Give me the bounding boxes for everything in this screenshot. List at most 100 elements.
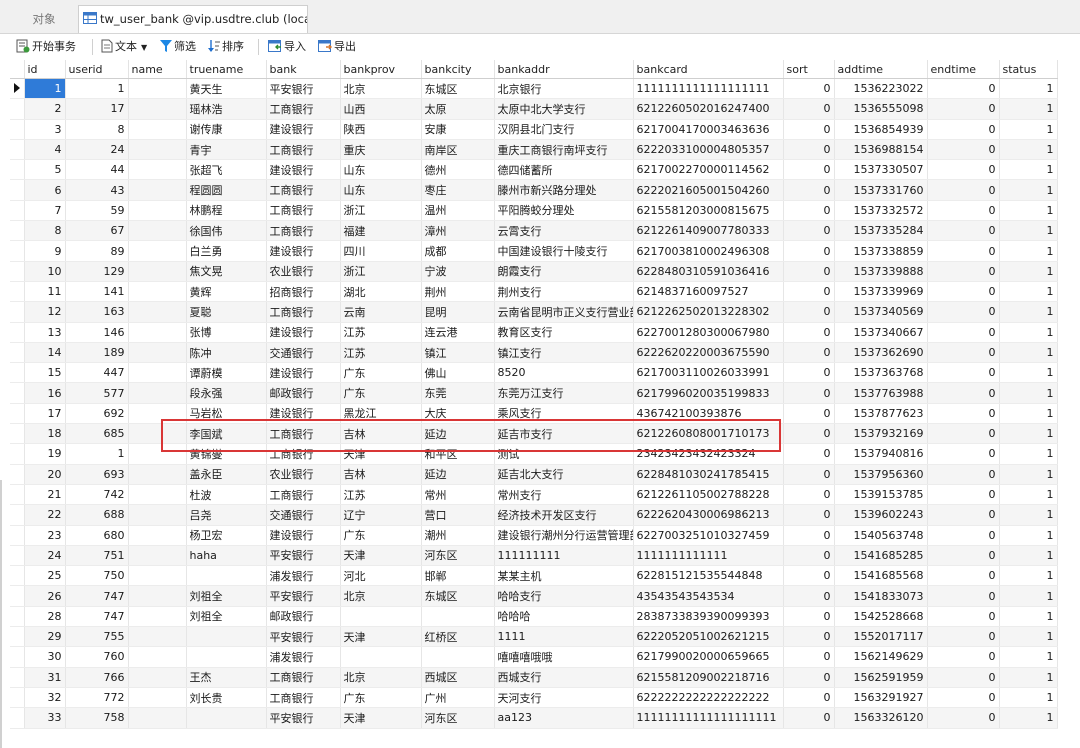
cell-status[interactable]: 1 xyxy=(999,179,1058,201)
cell-bankcity[interactable]: 延边 xyxy=(421,423,495,445)
cell-sort[interactable]: 0 xyxy=(783,707,835,729)
cell-endtime[interactable]: 0 xyxy=(927,504,1000,526)
cell-bankcity[interactable]: 延边 xyxy=(421,464,495,485)
column-header-name[interactable]: name xyxy=(128,60,187,79)
cell-userid[interactable]: 692 xyxy=(65,403,129,425)
row-selector[interactable] xyxy=(10,179,25,201)
cell-bankcard[interactable]: 6222620220003675590 xyxy=(633,342,784,364)
column-header-addtime[interactable]: addtime xyxy=(834,60,928,79)
row-selector[interactable] xyxy=(10,342,25,364)
cell-truename[interactable]: 刘长贵 xyxy=(186,687,267,709)
cell-id[interactable]: 13 xyxy=(24,322,66,343)
cell-bankcard[interactable]: 6227003251010327459 xyxy=(633,525,784,546)
cell-bank[interactable]: 交通银行 xyxy=(266,342,341,364)
table-row[interactable]: 17 692 马岩松 建设银行 黑龙江 大庆 乘风支行 436742100393876 0 153… xyxy=(10,403,1058,425)
row-selector[interactable] xyxy=(10,220,25,242)
begin-transaction-button[interactable]: 开始事务 xyxy=(16,38,76,56)
cell-truename[interactable]: 盖永臣 xyxy=(186,464,267,485)
cell-bank[interactable]: 工商银行 xyxy=(266,484,341,506)
cell-bankprov[interactable]: 山西 xyxy=(340,98,422,120)
cell-addtime[interactable]: 1537956360 xyxy=(834,464,928,485)
cell-status[interactable]: 1 xyxy=(999,504,1058,526)
cell-bank[interactable]: 招商银行 xyxy=(266,281,341,303)
cell-sort[interactable]: 0 xyxy=(783,179,835,201)
cell-sort[interactable]: 0 xyxy=(783,464,835,485)
cell-sort[interactable]: 0 xyxy=(783,281,835,303)
cell-bankcard[interactable]: 6228480310591036416 xyxy=(633,261,784,282)
cell-addtime[interactable]: 1541685285 xyxy=(834,545,928,567)
text-button[interactable]: 文本 ▼ xyxy=(101,38,147,56)
cell-bankcard[interactable]: 6217003810002496308 xyxy=(633,240,784,262)
cell-truename[interactable]: 青宇 xyxy=(186,139,267,161)
cell-bank[interactable]: 工商银行 xyxy=(266,200,341,222)
cell-bankcard[interactable]: 1111111111111111111 xyxy=(633,78,784,100)
cell-userid[interactable]: 577 xyxy=(65,382,129,404)
cell-sort[interactable]: 0 xyxy=(783,78,835,100)
table-row[interactable]: 33 758 平安银行 天津 河东区 aa123 11111111111111111111 0… xyxy=(10,707,1058,729)
cell-bankaddr[interactable]: 嘻嘻嘻哦哦 xyxy=(494,646,634,668)
cell-endtime[interactable]: 0 xyxy=(927,119,1000,140)
cell-bank[interactable]: 建设银行 xyxy=(266,525,341,546)
cell-id[interactable]: 31 xyxy=(24,667,66,688)
cell-bankaddr[interactable]: 教育区支行 xyxy=(494,322,634,343)
cell-endtime[interactable]: 0 xyxy=(927,667,1000,688)
cell-status[interactable]: 1 xyxy=(999,200,1058,222)
cell-bank[interactable]: 农业银行 xyxy=(266,261,341,282)
cell-bankcard[interactable]: 1111111111111 xyxy=(633,545,784,567)
cell-name[interactable] xyxy=(128,200,187,222)
cell-name[interactable] xyxy=(128,585,187,607)
cell-userid[interactable]: 742 xyxy=(65,484,129,506)
cell-bankcard[interactable]: 2838733839390099393 xyxy=(633,606,784,628)
cell-userid[interactable]: 1 xyxy=(65,443,129,465)
cell-endtime[interactable]: 0 xyxy=(927,322,1000,343)
cell-bankcity[interactable]: 营口 xyxy=(421,504,495,526)
cell-truename[interactable]: 李国斌 xyxy=(186,423,267,445)
cell-sort[interactable]: 0 xyxy=(783,240,835,262)
cell-bankprov[interactable]: 北京 xyxy=(340,667,422,688)
cell-addtime[interactable]: 1541685568 xyxy=(834,565,928,587)
cell-endtime[interactable]: 0 xyxy=(927,545,1000,567)
cell-userid[interactable]: 688 xyxy=(65,504,129,526)
cell-bank[interactable]: 平安银行 xyxy=(266,585,341,607)
cell-bankcard[interactable]: 6217004170003463636 xyxy=(633,119,784,140)
cell-name[interactable] xyxy=(128,220,187,242)
cell-endtime[interactable]: 0 xyxy=(927,565,1000,587)
sort-button[interactable]: 排序 xyxy=(208,38,244,56)
cell-name[interactable] xyxy=(128,464,187,485)
cell-name[interactable] xyxy=(128,301,187,323)
cell-bankprov[interactable]: 浙江 xyxy=(340,261,422,282)
cell-bankprov[interactable]: 黑龙江 xyxy=(340,403,422,425)
cell-sort[interactable]: 0 xyxy=(783,342,835,364)
cell-name[interactable] xyxy=(128,403,187,425)
cell-name[interactable] xyxy=(128,565,187,587)
cell-truename[interactable]: 马岩松 xyxy=(186,403,267,425)
cell-id[interactable]: 25 xyxy=(24,565,66,587)
column-header-bankprov[interactable]: bankprov xyxy=(340,60,422,79)
cell-bankcity[interactable]: 邯郸 xyxy=(421,565,495,587)
cell-bankaddr[interactable]: 云南省昆明市正义支行营业部 xyxy=(494,301,634,323)
cell-endtime[interactable]: 0 xyxy=(927,423,1000,445)
table-row[interactable]: 29 755 平安银行 天津 红桥区 1111 6222052051002621215 0 15… xyxy=(10,626,1058,648)
cell-bankcity[interactable]: 东莞 xyxy=(421,382,495,404)
cell-bankaddr[interactable]: 哈哈支行 xyxy=(494,585,634,607)
cell-name[interactable] xyxy=(128,78,187,100)
cell-addtime[interactable]: 1563326120 xyxy=(834,707,928,729)
row-selector[interactable] xyxy=(10,443,25,465)
row-selector[interactable] xyxy=(10,362,25,384)
cell-userid[interactable]: 747 xyxy=(65,606,129,628)
cell-sort[interactable]: 0 xyxy=(783,362,835,384)
cell-name[interactable] xyxy=(128,139,187,161)
cell-bankcity[interactable]: 东城区 xyxy=(421,585,495,607)
cell-bankprov[interactable]: 福建 xyxy=(340,220,422,242)
cell-endtime[interactable]: 0 xyxy=(927,464,1000,485)
tab-objects[interactable]: 对象 xyxy=(14,7,74,31)
cell-sort[interactable]: 0 xyxy=(783,687,835,709)
cell-name[interactable] xyxy=(128,504,187,526)
cell-status[interactable]: 1 xyxy=(999,525,1058,546)
row-selector[interactable] xyxy=(10,382,25,404)
cell-bankaddr[interactable]: 汉阴县北门支行 xyxy=(494,119,634,140)
row-selector[interactable] xyxy=(10,322,25,343)
cell-endtime[interactable]: 0 xyxy=(927,78,1000,100)
cell-bankaddr[interactable]: 朗霞支行 xyxy=(494,261,634,282)
column-header-bankcard[interactable]: bankcard xyxy=(633,60,784,79)
